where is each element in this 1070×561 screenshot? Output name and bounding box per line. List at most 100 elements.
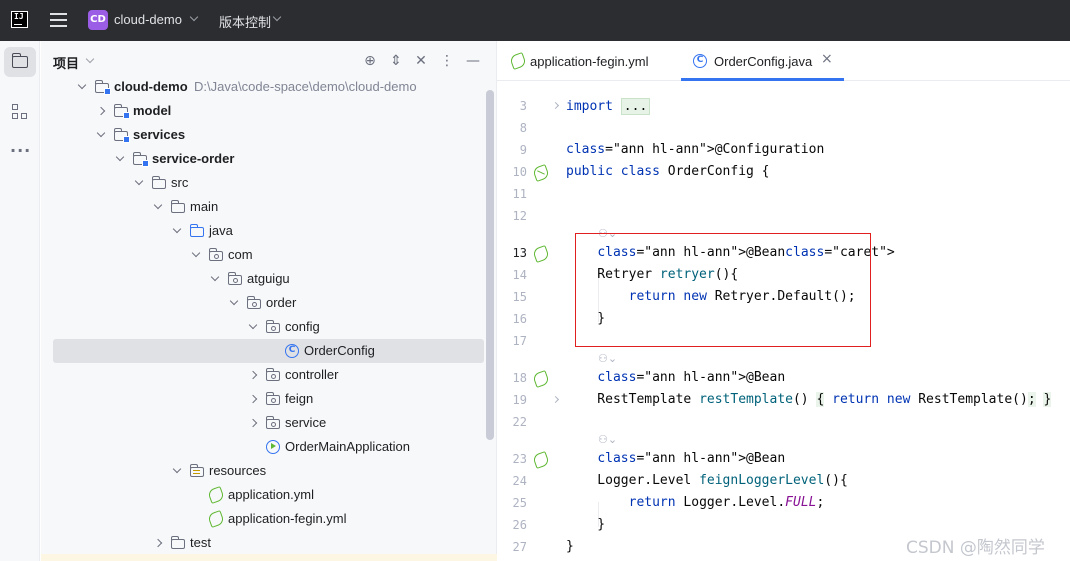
tree-item-order[interactable]: order xyxy=(41,291,496,315)
code-line[interactable]: } xyxy=(566,517,605,532)
bean-icon[interactable] xyxy=(532,245,550,263)
tree-item-main[interactable]: main xyxy=(41,195,496,219)
tree-item-com[interactable]: com xyxy=(41,243,496,267)
line-number: 27 xyxy=(512,540,527,554)
tree-item-feign[interactable]: feign xyxy=(41,387,496,411)
module-folder-icon xyxy=(94,80,111,95)
options-icon[interactable]: ⋮ xyxy=(439,53,455,69)
tree-item-cloud-demo[interactable]: cloud-demo D:\Java\code-space\demo\cloud-… xyxy=(41,75,496,99)
project-badge[interactable]: CD xyxy=(88,10,108,30)
main-menu-icon[interactable] xyxy=(50,13,67,27)
chevron-right-icon[interactable] xyxy=(248,370,258,380)
chevron-right-icon[interactable] xyxy=(153,538,163,548)
spring-yaml-icon xyxy=(207,510,225,528)
more-tools-icon[interactable]: ··· xyxy=(10,141,31,160)
line-number: 23 xyxy=(512,452,527,466)
chevron-down-icon[interactable] xyxy=(189,12,199,22)
chevron-down-icon[interactable] xyxy=(85,54,95,64)
chevron-down-icon[interactable] xyxy=(210,272,220,282)
tree-item-label: resources xyxy=(209,463,267,478)
chevron-down-icon[interactable] xyxy=(172,464,182,474)
code-line[interactable]: public class OrderConfig { xyxy=(566,164,770,179)
bean-icon[interactable] xyxy=(532,451,550,469)
line-number: 8 xyxy=(519,121,527,135)
tree-item-service[interactable]: service xyxy=(41,411,496,435)
tree-item-test[interactable]: test xyxy=(41,531,496,555)
line-number: 19 xyxy=(512,393,527,407)
line-number: 11 xyxy=(512,187,527,201)
tree-item-resources[interactable]: resources xyxy=(41,459,496,483)
code-line[interactable]: return Logger.Level.FULL; xyxy=(566,495,825,510)
configuration-bean-icon[interactable] xyxy=(532,164,550,182)
bean-icon[interactable] xyxy=(532,370,550,388)
tree-item-src[interactable]: src xyxy=(41,171,496,195)
code-line[interactable]: RestTemplate restTemplate() { return new… xyxy=(566,392,1052,407)
collapse-all-icon[interactable]: ✕ xyxy=(413,53,429,69)
chevron-down-icon[interactable] xyxy=(134,176,144,186)
code-line[interactable]: class="ann hl-ann">@Configuration xyxy=(566,142,824,157)
panel-bottom-strip xyxy=(41,554,497,561)
project-tool-folder-icon[interactable] xyxy=(4,47,36,77)
close-tab-icon[interactable]: × xyxy=(821,51,833,67)
chevron-down-icon[interactable] xyxy=(191,248,201,258)
package-icon xyxy=(265,416,280,429)
project-path: D:\Java\code-space\demo\cloud-demo xyxy=(194,79,417,94)
chevron-right-icon[interactable] xyxy=(248,394,258,404)
chevron-down-icon[interactable] xyxy=(272,12,282,22)
fold-arrow-icon[interactable] xyxy=(551,395,560,404)
tree-item-label: application-fegin.yml xyxy=(228,511,347,526)
tree-item-orderconfig[interactable]: C OrderConfig xyxy=(53,339,484,363)
chevron-right-icon[interactable] xyxy=(96,106,106,116)
expand-all-icon[interactable]: ⇕ xyxy=(388,53,404,69)
tab-orderconfig-java[interactable]: C OrderConfig.java × xyxy=(681,41,844,81)
tree-item-label: main xyxy=(190,199,219,214)
folder-icon xyxy=(170,200,185,213)
tree-item-services[interactable]: services xyxy=(41,123,496,147)
code-line[interactable]: import ... xyxy=(566,98,651,115)
hide-icon[interactable]: — xyxy=(465,53,481,69)
tree-item-label: services xyxy=(133,127,186,142)
tree-item-ordermainapplication[interactable]: OrderMainApplication xyxy=(41,435,496,459)
tree-item-application-fegin-yml[interactable]: application-fegin.yml xyxy=(41,507,496,531)
line-number: 12 xyxy=(512,209,527,223)
chevron-down-icon[interactable] xyxy=(115,152,125,162)
chevron-down-icon[interactable] xyxy=(229,296,239,306)
code-line[interactable]: class="ann hl-ann">@Bean xyxy=(566,370,785,385)
line-number: 24 xyxy=(512,474,527,488)
project-panel: 项目 ⊕ ⇕ ✕ ⋮ — cloud-demo D:\Java\code-spac… xyxy=(41,41,497,561)
line-number: 26 xyxy=(512,518,527,532)
tree-item-atguigu[interactable]: atguigu xyxy=(41,267,496,291)
tree-item-model[interactable]: model xyxy=(41,99,496,123)
project-selector[interactable]: cloud-demo xyxy=(114,12,182,27)
locate-target-icon[interactable]: ⊕ xyxy=(362,53,378,69)
chevron-right-icon[interactable] xyxy=(248,418,258,428)
vcs-menu[interactable]: 版本控制 xyxy=(219,12,271,31)
chevron-down-icon[interactable] xyxy=(153,200,163,210)
tree-item-controller[interactable]: controller xyxy=(41,363,496,387)
tree-item-label: order xyxy=(266,295,297,310)
code-line[interactable]: class="ann hl-ann">@Bean xyxy=(566,451,785,466)
tree-item-label: OrderMainApplication xyxy=(285,439,411,454)
panel-title[interactable]: 项目 xyxy=(53,53,79,72)
fold-arrow-icon[interactable] xyxy=(551,101,560,110)
chevron-down-icon[interactable] xyxy=(96,128,106,138)
chevron-down-icon[interactable] xyxy=(77,80,87,90)
tree-item-java[interactable]: java xyxy=(41,219,496,243)
tree-item-config[interactable]: config xyxy=(41,315,496,339)
inlay-hint-icon[interactable]: ⚇⌄ xyxy=(598,433,617,446)
intellij-logo-icon[interactable]: IJ xyxy=(11,11,28,28)
tree-scrollbar[interactable] xyxy=(486,90,494,440)
folder-icon xyxy=(170,536,185,549)
tree-item-service-order[interactable]: service-order xyxy=(41,147,496,171)
code-line[interactable]: } xyxy=(566,539,574,554)
tree-item-application-yml[interactable]: application.yml xyxy=(41,483,496,507)
spring-boot-class-icon xyxy=(266,440,280,454)
chevron-down-icon[interactable] xyxy=(248,320,258,330)
structure-icon[interactable] xyxy=(12,104,28,120)
resources-folder-icon xyxy=(189,464,204,477)
code-line[interactable]: Logger.Level feignLoggerLevel(){ xyxy=(566,473,847,488)
chevron-down-icon[interactable] xyxy=(172,224,182,234)
tab-application-fegin-yml[interactable]: application-fegin.yml xyxy=(509,41,669,81)
class-icon: C xyxy=(693,54,707,68)
inlay-hint-icon[interactable]: ⚇⌄ xyxy=(598,352,617,365)
